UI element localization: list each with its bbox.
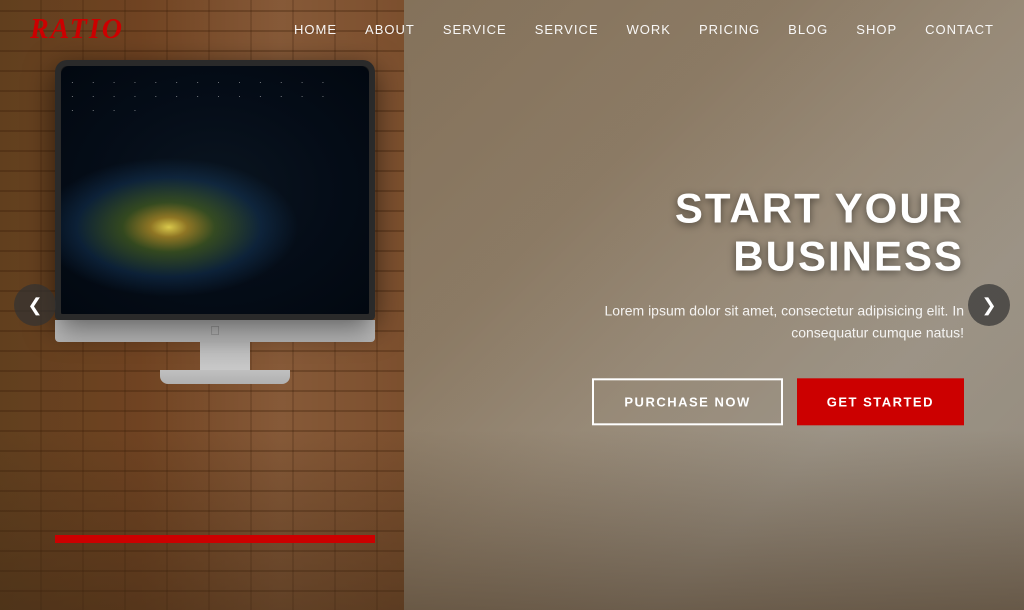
imac-stand-base [160, 370, 290, 384]
hero-content: START YOUR BUSINESS Lorem ipsum dolor si… [544, 184, 964, 425]
imac-red-accent-bar [55, 535, 375, 543]
nav-item-service2[interactable]: SERVICE [535, 22, 599, 37]
nav-item-blog[interactable]: BLOG [788, 22, 828, 37]
carousel-next-arrow[interactable]: ❯ [968, 284, 1010, 326]
imac-screen-inner [61, 66, 369, 314]
get-started-button[interactable]: GET STARTED [797, 379, 964, 426]
imac-screen-outer [55, 60, 375, 320]
apple-logo-icon:  [208, 324, 222, 338]
chevron-right-icon: ❯ [981, 295, 996, 316]
nav-item-work[interactable]: WORK [627, 22, 671, 37]
bottom-gradient-overlay [0, 430, 1024, 610]
carousel-prev-arrow[interactable]: ❮ [14, 284, 56, 326]
nav-item-pricing[interactable]: PRICING [699, 22, 760, 37]
nav-item-shop[interactable]: SHOP [856, 22, 897, 37]
hero-section: RATIO HOME ABOUT SERVICE SERVICE WORK PR… [0, 0, 1024, 610]
nav-item-about[interactable]: ABOUT [365, 22, 415, 37]
hero-buttons: PURCHASE NOW GET STARTED [544, 379, 964, 426]
hero-title: START YOUR BUSINESS [544, 184, 964, 281]
imac-mockup:  [55, 60, 395, 440]
logo[interactable]: RATIO [30, 14, 124, 46]
nav-item-contact[interactable]: CONTACT [925, 22, 994, 37]
nav-item-home[interactable]: HOME [294, 22, 337, 37]
chevron-left-icon: ❮ [27, 295, 42, 316]
imac-chin:  [55, 320, 375, 342]
purchase-now-button[interactable]: PURCHASE NOW [592, 379, 782, 426]
hero-subtitle: Lorem ipsum dolor sit amet, consectetur … [544, 299, 964, 344]
navbar: RATIO HOME ABOUT SERVICE SERVICE WORK PR… [0, 0, 1024, 60]
nav-links: HOME ABOUT SERVICE SERVICE WORK PRICING … [294, 21, 994, 39]
galaxy-wallpaper [61, 66, 369, 314]
imac-stand-neck [200, 342, 250, 370]
nav-item-service1[interactable]: SERVICE [443, 22, 507, 37]
